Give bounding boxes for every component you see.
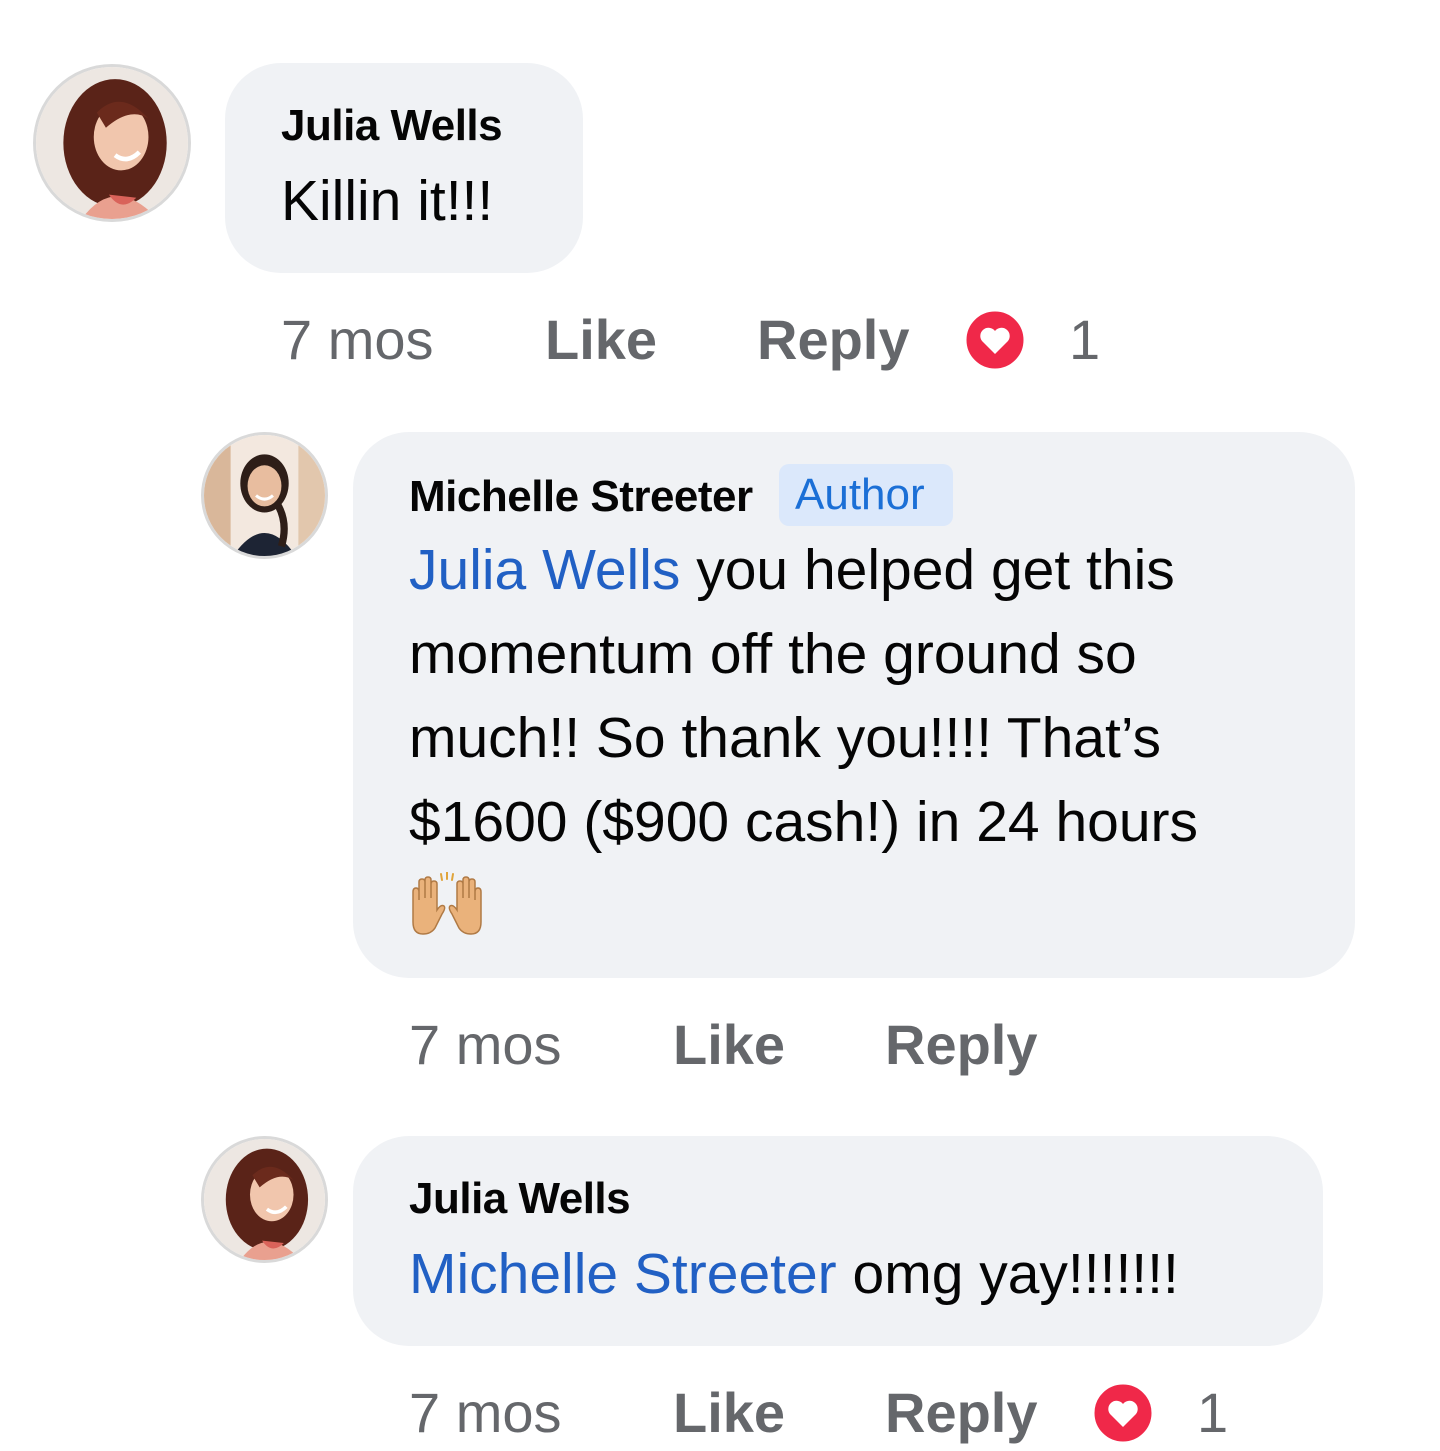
avatar-photo-icon [36, 67, 188, 219]
comment-actions: 7 mos Like Reply 1 [409, 1378, 1309, 1448]
reply-button[interactable]: Reply [757, 305, 910, 375]
reaction-count[interactable]: 1 [1197, 1378, 1228, 1448]
reaction-count[interactable]: 1 [1069, 305, 1100, 375]
avatar-photo-icon [204, 1139, 325, 1260]
comment-text-line: momentum off the ground so [409, 622, 1137, 686]
avatar-julia-wells[interactable] [201, 1136, 328, 1263]
comment-actions: 7 mos Like Reply [409, 1010, 1309, 1080]
comment-actions: 7 mos Like Reply 1 [281, 305, 1181, 375]
comment-text: Michelle Streeter omg yay!!!!!!! [409, 1232, 1179, 1316]
comment-bubble: Julia Wells Killin it!!! [225, 63, 583, 273]
comment-text-line: much!! So thank you!!!! That’s [409, 706, 1161, 770]
avatar-julia-wells[interactable] [33, 64, 191, 222]
reply-button[interactable]: Reply [885, 1378, 1038, 1448]
avatar-photo-icon [204, 435, 325, 556]
like-button[interactable]: Like [673, 1010, 785, 1080]
comment-author[interactable]: Michelle Streeter [409, 472, 753, 522]
raising-hands-emoji [407, 871, 487, 936]
like-button[interactable]: Like [545, 305, 657, 375]
comment-text-line: $1600 ($900 cash!) in 24 hours [409, 790, 1199, 854]
reply-button[interactable]: Reply [885, 1010, 1038, 1080]
comment-author[interactable]: Julia Wells [281, 101, 503, 151]
comment-text-line: you helped get this [680, 538, 1175, 602]
comment-timestamp[interactable]: 7 mos [409, 1378, 562, 1448]
comment-bubble: Michelle Streeter Author Julia Wells you… [353, 432, 1355, 978]
author-badge: Author [779, 464, 953, 526]
comment-text: Killin it!!! [281, 169, 494, 233]
mention-link[interactable]: Michelle Streeter [409, 1242, 837, 1306]
mention-link[interactable]: Julia Wells [409, 538, 680, 602]
comment-text-line: omg yay!!!!!!! [836, 1242, 1179, 1306]
comment-bubble: Julia Wells Michelle Streeter omg yay!!!… [353, 1136, 1323, 1346]
heart-love-icon[interactable] [1091, 1381, 1155, 1445]
heart-love-icon[interactable] [963, 308, 1027, 372]
comment-author[interactable]: Julia Wells [409, 1174, 631, 1224]
comment-timestamp[interactable]: 7 mos [281, 305, 434, 375]
avatar-michelle-streeter[interactable] [201, 432, 328, 559]
like-button[interactable]: Like [673, 1378, 785, 1448]
comment-text: Julia Wells you helped get this momentum… [409, 528, 1329, 864]
comment-timestamp[interactable]: 7 mos [409, 1010, 562, 1080]
